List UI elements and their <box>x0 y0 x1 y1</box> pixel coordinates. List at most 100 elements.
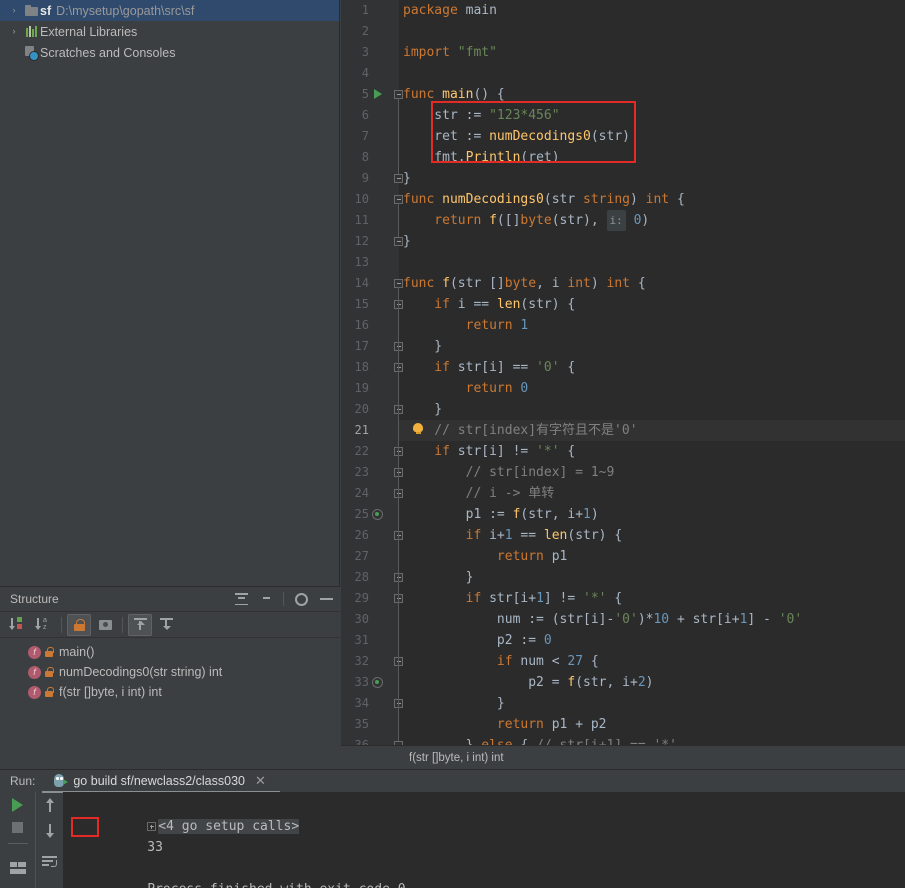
code-line[interactable]: 4 <box>341 63 905 84</box>
console-output[interactable]: <4 go setup calls> 33 Process finished w… <box>63 792 905 888</box>
project-tree-item[interactable]: Scratches and Consoles <box>0 42 339 63</box>
code-text: return 1 <box>403 318 529 333</box>
sort-alphabetically-icon[interactable]: az <box>32 614 56 636</box>
code-line[interactable]: 2 <box>341 21 905 42</box>
run-marker-icon[interactable] <box>374 89 382 99</box>
code-line[interactable]: 21 // str[index]有字符且不是'0' <box>341 420 905 441</box>
collapse-all-icon[interactable] <box>258 591 274 607</box>
breadcrumb[interactable]: f(str []byte, i int) int <box>341 745 905 769</box>
line-number: 24 <box>354 486 369 500</box>
structure-list-item-label: main() <box>59 645 95 659</box>
code-line[interactable]: 12} <box>341 231 905 252</box>
fold-end-icon[interactable] <box>394 237 403 246</box>
line-number: 25 <box>354 507 369 521</box>
sort-by-visibility-icon[interactable] <box>6 614 30 636</box>
code-line[interactable]: 22 if str[i] != '*' { <box>341 441 905 463</box>
stop-icon[interactable] <box>12 822 23 833</box>
structure-list-item[interactable]: f numDecodings0(str string) int <box>0 662 340 682</box>
code-line[interactable]: 26 if i+1 == len(str) { <box>341 525 905 547</box>
code-line[interactable]: 35 return p1 + p2 <box>341 714 905 735</box>
code-text: func f(str []byte, i int) int { <box>403 276 646 291</box>
code-line[interactable]: 18 if str[i] == '0' { <box>341 357 905 379</box>
code-text: fmt.Println(ret) <box>403 150 560 165</box>
code-line[interactable]: 10 func numDecodings0(str string) int { <box>341 189 905 211</box>
minimize-icon[interactable] <box>318 591 334 607</box>
code-line[interactable]: 17 } <box>341 336 905 357</box>
recursion-icon[interactable] <box>372 509 383 520</box>
line-number: 9 <box>361 171 369 185</box>
code-line[interactable]: 15 if i == len(str) { <box>341 294 905 316</box>
layout-icon[interactable] <box>9 862 26 874</box>
code-line[interactable]: 33 p2 = f(str, i+2) <box>341 672 905 693</box>
structure-list[interactable]: f main() f numDecodings0(str string) int f f(… <box>0 638 340 702</box>
expand-all-icon[interactable] <box>233 591 249 607</box>
scroll-up-icon[interactable] <box>44 798 55 812</box>
show-inherited-icon[interactable] <box>128 613 152 636</box>
toolbar-divider <box>283 592 284 606</box>
code-line[interactable]: 23 // str[index] = 1~9 <box>341 462 905 484</box>
line-number: 32 <box>354 654 369 668</box>
code-line[interactable]: 16 return 1 <box>341 315 905 336</box>
close-icon[interactable]: ✕ <box>255 773 266 789</box>
chevron-right-icon[interactable]: › <box>6 27 22 36</box>
code-text: num := (str[i]-'0')*10 + str[i+1] - '0' <box>403 612 803 627</box>
code-line[interactable]: 14 func f(str []byte, i int) int { <box>341 273 905 295</box>
project-tree[interactable]: › sf D:\mysetup\gopath\src\sf › External Lib… <box>0 0 339 63</box>
console-folded-row[interactable]: <4 go setup calls> <box>63 795 905 834</box>
code-lines[interactable]: 1 package main 2 3 import "fmt" 4 5 func main()… <box>341 0 905 745</box>
code-text: } <box>403 234 411 249</box>
line-number: 3 <box>361 45 369 59</box>
run-toolbar-left <box>0 792 35 888</box>
code-line[interactable]: 1 package main <box>341 0 905 21</box>
structure-list-item[interactable]: f f(str []byte, i int) int <box>0 682 340 702</box>
function-icon: f <box>28 685 41 699</box>
code-line[interactable]: 11 return f([]byte(str), i: 0) <box>341 210 905 231</box>
scroll-down-icon[interactable] <box>44 824 55 838</box>
line-number: 26 <box>354 528 369 542</box>
code-text: return p1 + p2 <box>403 717 607 732</box>
code-line[interactable]: 8 fmt.Println(ret) <box>341 147 905 168</box>
code-line[interactable]: 5 func main() { <box>341 84 905 106</box>
structure-panel: Structure a z f main() f numDecodings0(s… <box>0 586 340 750</box>
fold-guide-line <box>398 665 399 699</box>
code-line[interactable]: 13 <box>341 252 905 273</box>
show-non-public-icon[interactable] <box>67 613 91 636</box>
line-number: 16 <box>354 318 369 332</box>
code-line[interactable]: 3 import "fmt" <box>341 42 905 63</box>
structure-list-item[interactable]: f main() <box>0 642 340 662</box>
code-line[interactable]: 28 } <box>341 567 905 588</box>
chevron-right-icon[interactable]: › <box>6 6 22 15</box>
soft-wrap-icon[interactable] <box>42 856 57 868</box>
fold-guide-line <box>398 308 399 342</box>
code-line[interactable]: 20 } <box>341 399 905 420</box>
code-line[interactable]: 24 // i -> 单转 <box>341 483 905 504</box>
code-line[interactable]: 32 if num < 27 { <box>341 651 905 673</box>
project-tree-item[interactable]: › External Libraries <box>0 21 339 42</box>
code-text: // str[index]有字符且不是'0' <box>403 423 638 438</box>
code-line[interactable]: 27 return p1 <box>341 546 905 567</box>
fold-end-icon[interactable] <box>394 174 403 183</box>
code-text: if str[i+1] != '*' { <box>403 591 623 606</box>
code-line[interactable]: 9} <box>341 168 905 189</box>
code-line[interactable]: 30 num := (str[i]-'0')*10 + str[i+1] - '… <box>341 609 905 630</box>
show-fields-icon[interactable] <box>93 614 117 636</box>
project-tree-item[interactable]: › sf D:\mysetup\gopath\src\sf <box>0 0 339 21</box>
code-line[interactable]: 7 ret := numDecodings0(str) <box>341 126 905 147</box>
code-editor[interactable]: 1 package main 2 3 import "fmt" 4 5 func main()… <box>341 0 905 745</box>
code-line[interactable]: 6 str := "123*456" <box>341 105 905 126</box>
run-tab[interactable]: go build sf/newclass2/class030 ✕ <box>53 773 268 789</box>
code-line[interactable]: 29 if str[i+1] != '*' { <box>341 588 905 610</box>
code-line[interactable]: 25 p1 := f(str, i+1) <box>341 504 905 525</box>
code-text: // i -> 单转 <box>403 486 555 501</box>
code-line[interactable]: 31 p2 := 0 <box>341 630 905 651</box>
rerun-icon[interactable] <box>12 798 23 812</box>
code-line[interactable]: 34 } <box>341 693 905 714</box>
structure-title: Structure <box>10 592 59 606</box>
show-anonymous-icon[interactable] <box>154 614 178 636</box>
code-line[interactable]: 36 } else { // str[i+1] == '*' <box>341 735 905 745</box>
code-line[interactable]: 19 return 0 <box>341 378 905 399</box>
recursion-icon[interactable] <box>372 677 383 688</box>
gear-icon[interactable] <box>293 591 309 607</box>
function-icon: f <box>28 665 41 679</box>
code-text: p2 := 0 <box>403 633 552 648</box>
